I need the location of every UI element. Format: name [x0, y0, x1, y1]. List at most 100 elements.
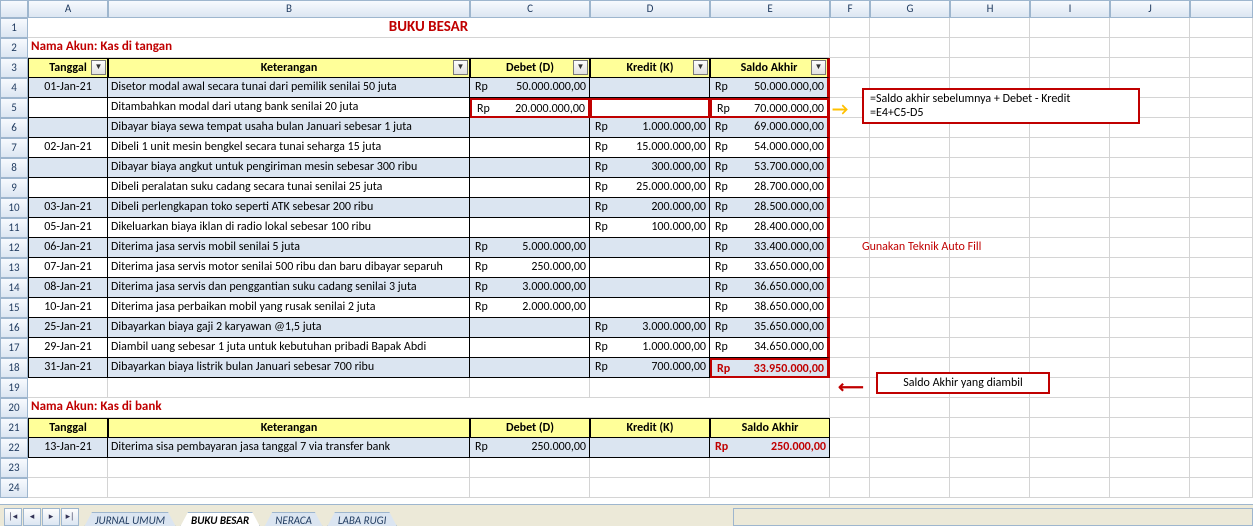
- cell-empty-1-2[interactable]: [950, 18, 1030, 38]
- cell-empty-14-1[interactable]: [870, 278, 950, 298]
- cell-tgl-6[interactable]: [28, 118, 108, 138]
- cell-empty-1-3[interactable]: [1030, 18, 1110, 38]
- cell2-deb-22[interactable]: Rp250.000,00: [470, 438, 590, 458]
- row-header-21[interactable]: 21: [0, 418, 28, 438]
- cell-tgl-12[interactable]: 06-Jan-21: [28, 238, 108, 258]
- tab-nav-prev[interactable]: ◂: [23, 508, 41, 526]
- row-header-10[interactable]: 10: [0, 198, 28, 218]
- cell-empty-24-9[interactable]: [1110, 478, 1190, 498]
- row-header-23[interactable]: 23: [0, 458, 28, 478]
- cell-empty-8-5[interactable]: [1190, 158, 1253, 178]
- cell-empty-21-5[interactable]: [1190, 418, 1253, 438]
- cell-empty-11-3[interactable]: [1030, 218, 1110, 238]
- cell-empty-23-10[interactable]: [1190, 458, 1253, 478]
- cell-empty-22-4[interactable]: [1110, 438, 1190, 458]
- cell-ket-15[interactable]: Diterima jasa perbaikan mobil yang rusak…: [108, 298, 470, 318]
- cell-kre-18[interactable]: Rp700.000,00: [590, 358, 710, 378]
- tab-nav-first[interactable]: |◂: [4, 508, 22, 526]
- col-header-A[interactable]: A: [28, 0, 108, 18]
- row-header-3[interactable]: 3: [0, 58, 28, 78]
- cell-empty-12-3[interactable]: [1030, 238, 1110, 258]
- cell-empty-7-2[interactable]: [950, 138, 1030, 158]
- row-header-5[interactable]: 5: [0, 98, 28, 118]
- row-header-22[interactable]: 22: [0, 438, 28, 458]
- table1-header-debet[interactable]: Debet (D)▼: [470, 58, 590, 78]
- cell-empty-17-2[interactable]: [950, 338, 1030, 358]
- cell-empty-9-2[interactable]: [950, 178, 1030, 198]
- cell-empty-24-3[interactable]: [590, 478, 710, 498]
- cell-empty-14-3[interactable]: [1030, 278, 1110, 298]
- cell-empty-21-0[interactable]: [830, 418, 870, 438]
- cell-kre-7[interactable]: Rp15.000.000,00: [590, 138, 710, 158]
- cell-empty-16-2[interactable]: [950, 318, 1030, 338]
- cell-deb-7[interactable]: [470, 138, 590, 158]
- cell-empty-14-4[interactable]: [1110, 278, 1190, 298]
- cell-empty-15-0[interactable]: [830, 298, 870, 318]
- cell-empty-2-1[interactable]: [870, 38, 950, 58]
- cell-sal-6[interactable]: Rp69.000.000,00: [710, 118, 830, 138]
- cell-empty-7-0[interactable]: [830, 138, 870, 158]
- row-header-18[interactable]: 18: [0, 358, 28, 378]
- cell-deb-8[interactable]: [470, 158, 590, 178]
- cell-empty-23-3[interactable]: [590, 458, 710, 478]
- row-header-9[interactable]: 9: [0, 178, 28, 198]
- row-header-11[interactable]: 11: [0, 218, 28, 238]
- cell-empty-5-5[interactable]: [1190, 98, 1253, 118]
- cell-empty-9-0[interactable]: [830, 178, 870, 198]
- cell-empty-20-1[interactable]: [870, 398, 950, 418]
- cell-tgl-9[interactable]: [28, 178, 108, 198]
- col-header-H[interactable]: H: [950, 0, 1030, 18]
- cell-empty-11-0[interactable]: [830, 218, 870, 238]
- cell-empty-24-7[interactable]: [950, 478, 1030, 498]
- table2-header-saldo[interactable]: Saldo Akhir: [710, 418, 830, 438]
- cell-empty-23-7[interactable]: [950, 458, 1030, 478]
- row-header-24[interactable]: 24: [0, 478, 28, 498]
- cell-empty-16-3[interactable]: [1030, 318, 1110, 338]
- cell-kre-6[interactable]: Rp1.000.000,00: [590, 118, 710, 138]
- cell-tgl-10[interactable]: 03-Jan-21: [28, 198, 108, 218]
- cell-ket-16[interactable]: Dibayarkan biaya gaji 2 karyawan @1,5 ju…: [108, 318, 470, 338]
- cell-ket-5[interactable]: Ditambahkan modal dari utang bank senila…: [108, 98, 470, 118]
- cell-kre-16[interactable]: Rp3.000.000,00: [590, 318, 710, 338]
- cell-empty-16-1[interactable]: [870, 318, 950, 338]
- horizontal-scrollbar[interactable]: [733, 508, 1253, 526]
- cell-empty-18-0[interactable]: [830, 358, 870, 378]
- cell-empty-24-6[interactable]: [870, 478, 950, 498]
- cell-empty-1-4[interactable]: [1110, 18, 1190, 38]
- cell-deb-12[interactable]: Rp5.000.000,00: [470, 238, 590, 258]
- filter-dropdown-icon[interactable]: ▼: [693, 60, 708, 75]
- cell-empty-22-2[interactable]: [950, 438, 1030, 458]
- cell2-ket-22[interactable]: Diterima sisa pembayaran jasa tanggal 7 …: [108, 438, 470, 458]
- cell-sal-11[interactable]: Rp28.400.000,00: [710, 218, 830, 238]
- cell-tgl-16[interactable]: 25-Jan-21: [28, 318, 108, 338]
- cell-empty-3-5[interactable]: [1190, 58, 1253, 78]
- col-header-J[interactable]: J: [1110, 0, 1190, 18]
- table1-header-keterangan[interactable]: Keterangan▼: [108, 58, 470, 78]
- cell-empty-2-2[interactable]: [950, 38, 1030, 58]
- col-header-D[interactable]: D: [590, 0, 710, 18]
- col-header-C[interactable]: C: [470, 0, 590, 18]
- col-header-B[interactable]: B: [108, 0, 470, 18]
- cell-kre-13[interactable]: [590, 258, 710, 278]
- row-header-8[interactable]: 8: [0, 158, 28, 178]
- cell-empty-19-9[interactable]: [1110, 378, 1190, 398]
- cell-empty-10-3[interactable]: [1030, 198, 1110, 218]
- cell-empty-8-3[interactable]: [1030, 158, 1110, 178]
- cell-ket-17[interactable]: Diambil uang sebesar 1 juta untuk kebutu…: [108, 338, 470, 358]
- cell2-kre-22[interactable]: [590, 438, 710, 458]
- cell-empty-23-8[interactable]: [1030, 458, 1110, 478]
- row-header-4[interactable]: 4: [0, 78, 28, 98]
- select-all-corner[interactable]: [0, 0, 28, 18]
- cell-empty-10-1[interactable]: [870, 198, 950, 218]
- cell-empty-15-3[interactable]: [1030, 298, 1110, 318]
- cell-empty-4-5[interactable]: [1190, 78, 1253, 98]
- cell-empty-2-0[interactable]: [830, 38, 870, 58]
- cell-tgl-11[interactable]: 05-Jan-21: [28, 218, 108, 238]
- cell-empty-11-5[interactable]: [1190, 218, 1253, 238]
- cell-tgl-5[interactable]: [28, 98, 108, 118]
- cell-empty-22-1[interactable]: [870, 438, 950, 458]
- cell-sal-18[interactable]: Rp33.950.000,00: [710, 358, 830, 378]
- cell-empty-7-4[interactable]: [1110, 138, 1190, 158]
- cell-empty-18-5[interactable]: [1190, 358, 1253, 378]
- cell-empty-12-4[interactable]: [1110, 238, 1190, 258]
